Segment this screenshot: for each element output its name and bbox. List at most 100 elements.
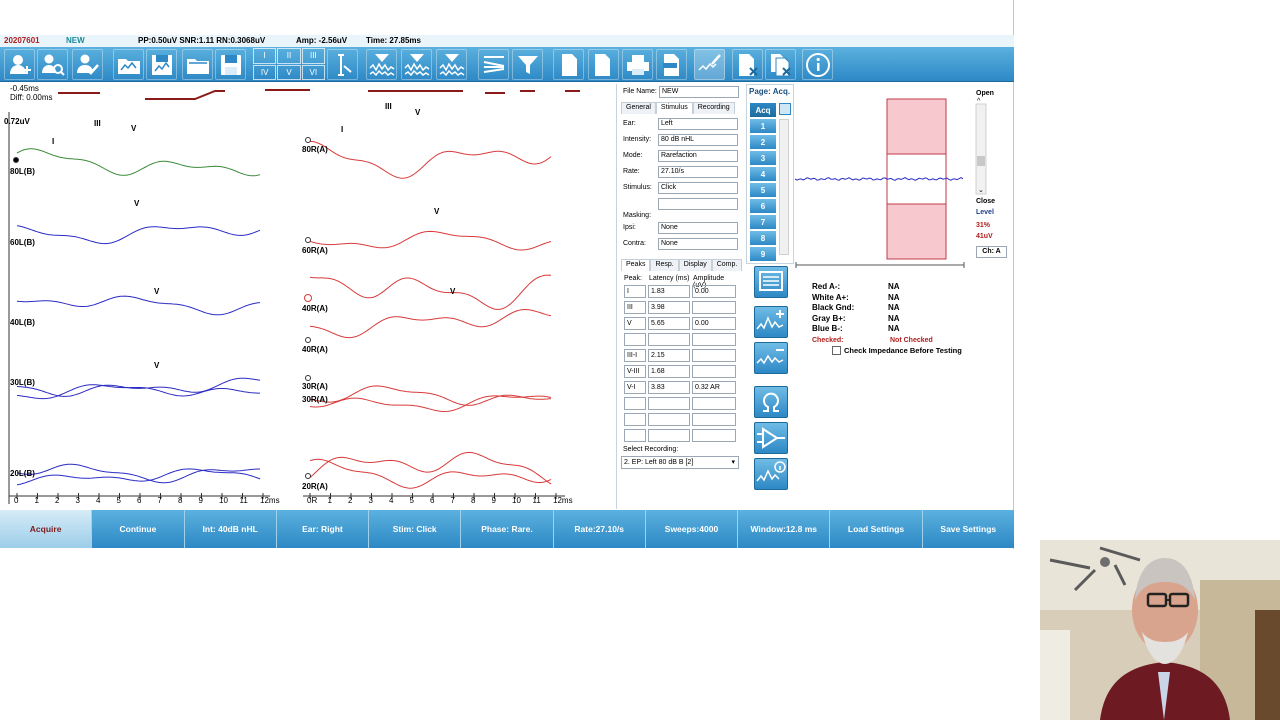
delete-document-button[interactable] xyxy=(732,49,763,80)
field-value[interactable]: 80 dB nHL xyxy=(658,134,738,146)
tab-recording[interactable]: Recording xyxy=(692,102,735,114)
peak-latency-cell[interactable] xyxy=(648,397,690,410)
select-recording-dropdown[interactable]: 2. EP: Left 80 dB B [2] ▾ xyxy=(621,456,739,469)
peak-name-cell[interactable] xyxy=(624,333,646,346)
sweeps-button[interactable]: Sweeps:4000 xyxy=(646,510,739,548)
peak-amplitude-cell[interactable] xyxy=(692,349,736,362)
peak-name-cell[interactable] xyxy=(624,397,646,410)
trace-label-80l[interactable]: 80L(B) xyxy=(10,167,35,176)
funnel-filter-button[interactable] xyxy=(512,49,543,80)
edit-patient-button[interactable] xyxy=(72,49,103,80)
peak-v-button[interactable]: V xyxy=(277,64,301,80)
peak-amplitude-cell[interactable] xyxy=(692,333,736,346)
field-value[interactable]: 27.10/s xyxy=(658,166,738,178)
delete-all-button[interactable] xyxy=(765,49,796,80)
file-name-field[interactable]: NEW xyxy=(659,86,739,98)
tab-general[interactable]: General xyxy=(621,102,656,114)
chevron-down-icon[interactable]: ⌄ xyxy=(978,186,984,194)
folder-button[interactable] xyxy=(182,49,213,80)
field-value[interactable]: None xyxy=(658,222,738,234)
ear-button[interactable]: Ear: Right xyxy=(277,510,370,548)
rate-button[interactable]: Rate:27.10/s xyxy=(554,510,646,548)
trace-label-30r-b[interactable]: 30R(A) xyxy=(302,395,328,404)
peak-amplitude-cell[interactable] xyxy=(692,365,736,378)
trace-label-20r[interactable]: 20R(A) xyxy=(302,482,328,491)
peak-amplitude-cell[interactable]: 0.32 AR xyxy=(692,381,736,394)
waveform-display[interactable]: -0.45ms Diff: 0.00ms 0.72uV 80L(B) 60L(B… xyxy=(0,82,615,510)
trace-label-30r-a[interactable]: 30R(A) xyxy=(302,382,328,391)
window-button[interactable]: Window:12.8 ms xyxy=(738,510,831,548)
peak-amplitude-cell[interactable]: 0.00 xyxy=(692,317,736,330)
peak-iv-button[interactable]: IV xyxy=(253,64,277,80)
page-1-button[interactable]: 1 xyxy=(750,119,776,133)
peak-amplitude-cell[interactable] xyxy=(692,397,736,410)
db-wave-button[interactable] xyxy=(366,49,397,80)
peak-iii-button[interactable]: III xyxy=(301,48,325,64)
peak-latency-cell[interactable]: 3.83 xyxy=(648,381,690,394)
amplifier-settings-button[interactable] xyxy=(754,422,788,454)
peak-latency-cell[interactable]: 3.98 xyxy=(648,301,690,314)
intensity-button[interactable]: Int: 40dB nHL xyxy=(185,510,277,548)
search-patient-button[interactable] xyxy=(37,49,68,80)
pdf-export-button[interactable] xyxy=(656,49,687,80)
peak-latency-cell[interactable] xyxy=(648,429,690,442)
add-patient-button[interactable] xyxy=(4,49,35,80)
trace-label-60l[interactable]: 60L(B) xyxy=(10,238,35,247)
peak-vi-button[interactable]: VI xyxy=(301,64,325,80)
print-button[interactable] xyxy=(622,49,653,80)
trace-label-40l[interactable]: 40L(B) xyxy=(10,318,35,327)
field-value[interactable] xyxy=(658,198,738,210)
page-5-button[interactable]: 5 xyxy=(750,183,776,197)
trace-label-80r[interactable]: 80R(A) xyxy=(302,145,328,154)
peak-name-cell[interactable]: V-I xyxy=(624,381,646,394)
load-settings-button[interactable]: Load Settings xyxy=(830,510,923,548)
open-folder-button[interactable] xyxy=(113,49,144,80)
stimulus-button[interactable]: Stim: Click xyxy=(369,510,462,548)
peak-latency-cell[interactable] xyxy=(648,413,690,426)
field-value[interactable]: Left xyxy=(658,118,738,130)
peak-name-cell[interactable]: V-III xyxy=(624,365,646,378)
abc-document-button[interactable] xyxy=(588,49,619,80)
trace-label-60r[interactable]: 60R(A) xyxy=(302,246,328,255)
peak-name-cell[interactable] xyxy=(624,429,646,442)
trace-label-30l[interactable]: 30L(B) xyxy=(10,378,35,387)
page-3-button[interactable]: 3 xyxy=(750,151,776,165)
pen-wave-button[interactable] xyxy=(694,49,725,80)
field-value[interactable]: Rarefaction xyxy=(658,150,738,162)
field-value[interactable]: Click xyxy=(658,182,738,194)
cursor-button[interactable] xyxy=(327,49,358,80)
peak-ii-button[interactable]: II xyxy=(277,48,301,64)
page-9-button[interactable]: 9 xyxy=(750,247,776,261)
peak-i-button[interactable]: I xyxy=(253,48,277,64)
chevron-up-icon[interactable]: ^ xyxy=(977,98,980,105)
peak-name-cell[interactable]: III xyxy=(624,301,646,314)
peak-name-cell[interactable]: I xyxy=(624,285,646,298)
trace-label-40r-a[interactable]: 40R(A) xyxy=(302,304,328,313)
settings-panel-button[interactable] xyxy=(754,266,788,298)
page-scrollbar[interactable] xyxy=(779,119,789,255)
check-impedance-checkbox[interactable] xyxy=(832,346,841,355)
tab-display[interactable]: Display xyxy=(678,259,712,271)
tab-stimulus[interactable]: Stimulus xyxy=(655,102,693,114)
peak-latency-cell[interactable]: 1.68 xyxy=(648,365,690,378)
peak-latency-cell[interactable] xyxy=(648,333,690,346)
continue-button[interactable]: Continue xyxy=(92,510,185,548)
peak-amplitude-cell[interactable]: 0.00 xyxy=(692,285,736,298)
abc-wave-button[interactable] xyxy=(436,49,467,80)
wave-info-button[interactable] xyxy=(754,458,788,490)
page-acq-button[interactable]: Acq xyxy=(750,103,776,117)
number-wave-button[interactable] xyxy=(401,49,432,80)
filter-lines-button[interactable] xyxy=(478,49,509,80)
acquire-button[interactable]: Acquire xyxy=(0,510,93,548)
channel-selector[interactable]: Ch: A xyxy=(976,246,1007,258)
trace-label-20l[interactable]: 20L(B) xyxy=(10,469,35,478)
page-6-button[interactable]: 6 xyxy=(750,199,776,213)
tab-resp[interactable]: Resp. xyxy=(650,259,679,271)
tab-comp[interactable]: Comp. xyxy=(711,259,743,271)
page-doc-icon[interactable] xyxy=(779,103,791,115)
peak-name-cell[interactable] xyxy=(624,413,646,426)
page-8-button[interactable]: 8 xyxy=(750,231,776,245)
new-document-button[interactable] xyxy=(553,49,584,80)
tab-peaks[interactable]: Peaks xyxy=(621,259,651,271)
save-settings-button[interactable]: Save Settings xyxy=(923,510,1014,548)
